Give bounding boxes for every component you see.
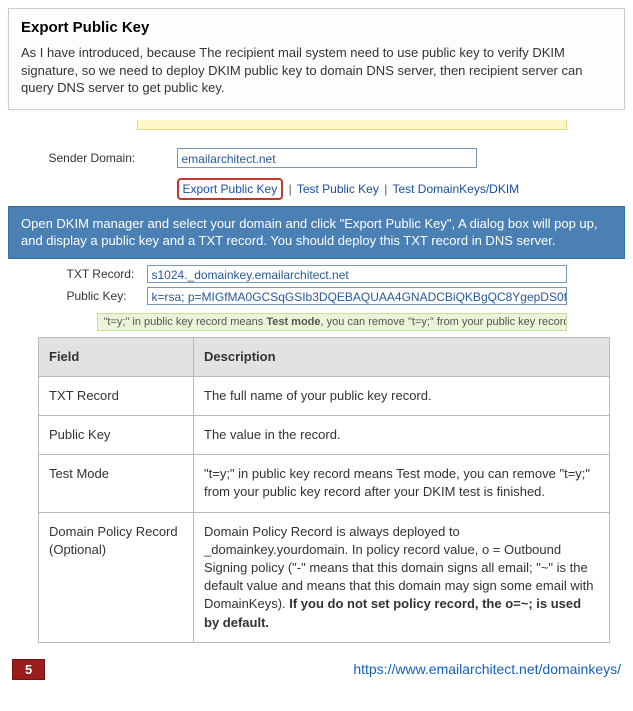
intro-heading: Export Public Key (21, 19, 612, 36)
cell-field: TXT Record (39, 376, 194, 415)
table-row: Test Mode "t=y;" in public key record me… (39, 455, 610, 512)
action-links-row: Export Public Key | Test Public Key | Te… (177, 182, 597, 196)
footer-url[interactable]: https://www.emailarchitect.net/domainkey… (353, 661, 621, 677)
txt-record-label: TXT Record: (67, 267, 147, 281)
cell-field: Domain Policy Record (Optional) (39, 512, 194, 642)
public-key-input[interactable]: k=rsa; p=MIGfMA0GCSqGSIb3DQEBAQUAA4GNADC… (147, 287, 567, 305)
table-header-row: Field Description (39, 337, 610, 376)
separator: | (384, 182, 387, 196)
export-public-key-link[interactable]: Export Public Key (177, 178, 284, 200)
public-key-row: Public Key: k=rsa; p=MIGfMA0GCSqGSIb3DQE… (37, 287, 597, 305)
cell-desc: The full name of your public key record. (194, 376, 610, 415)
sender-domain-label: Sender Domain: (37, 151, 177, 165)
cell-desc: "t=y;" in public key record means Test m… (194, 455, 610, 512)
cell-field: Public Key (39, 416, 194, 455)
separator: | (289, 182, 292, 196)
test-public-key-link[interactable]: Test Public Key (297, 182, 379, 196)
hint-text-pre: "t=y;" in public key record means (104, 316, 267, 328)
table-row: Public Key The value in the record. (39, 416, 610, 455)
table-row: TXT Record The full name of your public … (39, 376, 610, 415)
page-number-badge: 5 (12, 659, 45, 680)
sender-domain-input[interactable]: emailarchitect.net (177, 148, 477, 168)
txt-record-input[interactable]: s1024._domainkey.emailarchitect.net (147, 265, 567, 283)
intro-paragraph: As I have introduced, because The recipi… (21, 44, 612, 97)
cell-desc: The value in the record. (194, 416, 610, 455)
hint-text-post: , you can remove "t=y;" from your public… (321, 316, 567, 328)
header-description: Description (194, 337, 610, 376)
fields-description-table: Field Description TXT Record The full na… (38, 337, 610, 643)
header-field: Field (39, 337, 194, 376)
sender-domain-row: Sender Domain: emailarchitect.net (37, 148, 597, 168)
table-row: Domain Policy Record (Optional) Domain P… (39, 512, 610, 642)
public-key-label: Public Key: (67, 289, 147, 303)
lower-screenshot: TXT Record: s1024._domainkey.emailarchit… (37, 265, 597, 331)
cropped-yellow-banner (137, 120, 567, 130)
hint-text-bold: Test mode (266, 316, 320, 328)
test-domainkeys-dkim-link[interactable]: Test DomainKeys/DKIM (392, 182, 519, 196)
txt-record-row: TXT Record: s1024._domainkey.emailarchit… (37, 265, 597, 283)
page-footer: 5 https://www.emailarchitect.net/domaink… (8, 659, 625, 684)
instruction-callout: Open DKIM manager and select your domain… (8, 206, 625, 259)
upper-screenshot: Sender Domain: emailarchitect.net Export… (37, 120, 597, 196)
cell-field: Test Mode (39, 455, 194, 512)
intro-card: Export Public Key As I have introduced, … (8, 8, 625, 110)
cell-desc: Domain Policy Record is always deployed … (194, 512, 610, 642)
test-mode-hint: "t=y;" in public key record means Test m… (97, 313, 567, 331)
